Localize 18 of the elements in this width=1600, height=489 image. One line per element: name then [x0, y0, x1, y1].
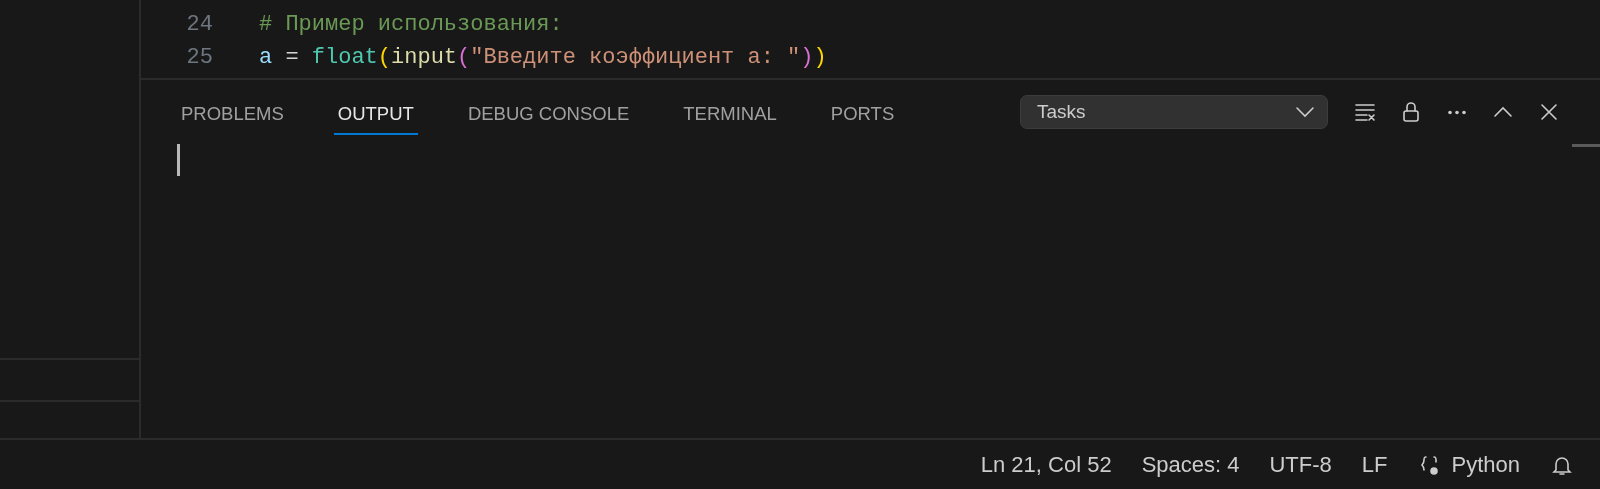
text-cursor — [177, 144, 180, 176]
panel-tab[interactable]: PROBLEMS — [177, 93, 288, 135]
more-icon — [1446, 109, 1468, 115]
panel-tab[interactable]: DEBUG CONSOLE — [463, 93, 634, 135]
panel-tab[interactable]: PORTS — [826, 93, 899, 135]
panel-tab[interactable]: TERMINAL — [679, 93, 781, 135]
code-line: a = float(input("Введите коэффициент а: ")) — [259, 45, 827, 70]
line-number: 24 — [185, 12, 214, 37]
status-item[interactable]: Spaces: 4 — [1141, 451, 1240, 478]
language-mode-button[interactable]: Python — [1417, 451, 1520, 478]
status-item[interactable]: LF — [1361, 451, 1388, 478]
status-item[interactable]: Ln 21, Col 52 — [980, 451, 1112, 478]
scrollbar-thumb[interactable] — [1572, 144, 1600, 147]
status-item[interactable]: UTF-8 — [1269, 451, 1332, 478]
line-number: 25 — [185, 45, 214, 70]
code-line: # Пример использования: — [259, 12, 563, 37]
output-channel-dropdown[interactable]: Tasks — [1020, 95, 1328, 129]
panel-tab[interactable]: OUTPUT — [333, 93, 418, 135]
